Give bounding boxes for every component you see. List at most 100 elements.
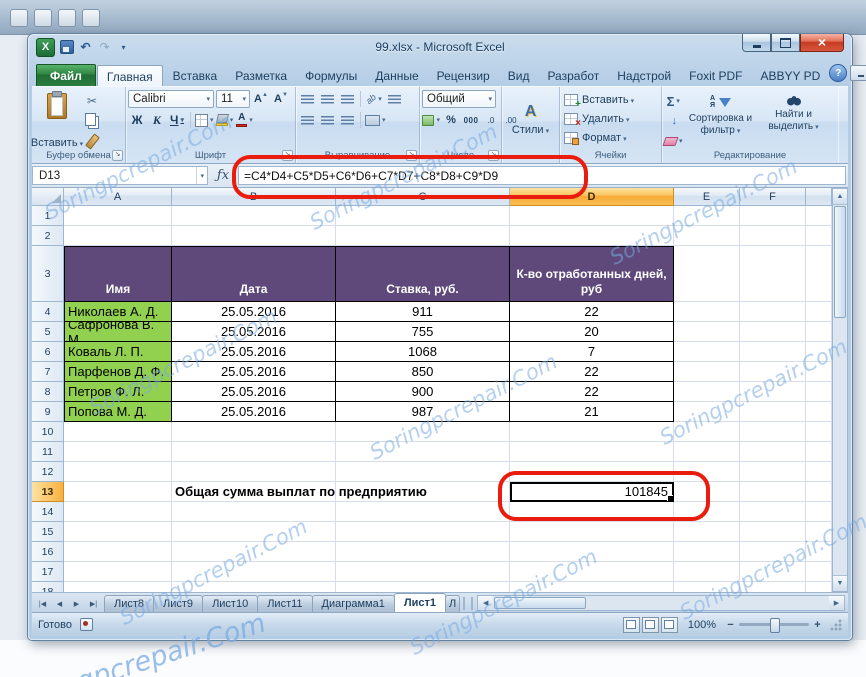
cell-A16[interactable]	[64, 542, 172, 562]
cell-E14[interactable]	[674, 502, 740, 522]
cell-F11[interactable]	[740, 442, 806, 462]
cell-F14[interactable]	[740, 502, 806, 522]
cell-E1[interactable]	[674, 206, 740, 226]
scroll-down-button[interactable]	[833, 575, 847, 591]
sheet-tab-Лист10[interactable]: Лист10	[202, 595, 259, 612]
cell-A18[interactable]	[64, 582, 172, 592]
cell-B10[interactable]	[172, 422, 336, 442]
cell-G4[interactable]	[806, 302, 832, 322]
cell-A6[interactable]: Коваль Л. П.	[64, 342, 172, 362]
tab-file[interactable]: Файл	[36, 64, 96, 86]
cell-G10[interactable]	[806, 422, 832, 442]
cell-A3[interactable]: Имя	[64, 246, 172, 302]
zoom-in-button[interactable]	[811, 619, 824, 631]
cell-B6[interactable]: 25.05.2016	[172, 342, 336, 362]
borders-button[interactable]	[195, 111, 214, 129]
orientation-button[interactable]	[365, 90, 383, 108]
cell-E11[interactable]	[674, 442, 740, 462]
cell-C4[interactable]: 911	[336, 302, 510, 322]
row-header-3[interactable]: 3	[32, 246, 64, 302]
merge-center-button[interactable]	[365, 111, 386, 129]
cell-A12[interactable]	[64, 462, 172, 482]
cell-F15[interactable]	[740, 522, 806, 542]
cell-A15[interactable]	[64, 522, 172, 542]
percent-style-button[interactable]: %	[442, 111, 460, 129]
cell-G16[interactable]	[806, 542, 832, 562]
cell-D4[interactable]: 22	[510, 302, 674, 322]
cell-C18[interactable]	[336, 582, 510, 592]
cell-D13[interactable]: 101845	[510, 482, 674, 502]
cell-C16[interactable]	[336, 542, 510, 562]
styles-button[interactable]: А Стили	[504, 90, 557, 148]
row-header-7[interactable]: 7	[32, 362, 64, 382]
tab-Foxit PDF[interactable]: Foxit PDF	[680, 65, 751, 86]
font-color-button[interactable]: А	[236, 111, 254, 129]
cell-F3[interactable]	[740, 246, 806, 302]
cell-G2[interactable]	[806, 226, 832, 246]
cell-B18[interactable]	[172, 582, 336, 592]
row-header-8[interactable]: 8	[32, 382, 64, 402]
comma-style-button[interactable]: 000	[462, 111, 480, 129]
sheet-tab-Лист8[interactable]: Лист8	[104, 595, 155, 612]
cell-D17[interactable]	[510, 562, 674, 582]
cell-D8[interactable]: 22	[510, 382, 674, 402]
cell-F13[interactable]	[740, 482, 806, 502]
underline-button[interactable]: Ч	[168, 111, 186, 129]
sort-filter-button[interactable]: АЯ Сортировка и фильтр	[686, 90, 756, 149]
cell-A13[interactable]	[64, 482, 172, 502]
row-header-5[interactable]: 5	[32, 322, 64, 342]
increase-decimal-button[interactable]	[482, 111, 500, 129]
tab-Разработ[interactable]: Разработ	[538, 65, 608, 86]
cell-E9[interactable]	[674, 402, 740, 422]
format-painter-button[interactable]	[83, 132, 101, 150]
cell-F9[interactable]	[740, 402, 806, 422]
fill-color-button[interactable]	[215, 111, 234, 129]
align-bottom-button[interactable]	[338, 90, 356, 108]
cell-D16[interactable]	[510, 542, 674, 562]
cell-B12[interactable]	[172, 462, 336, 482]
align-left-button[interactable]	[298, 111, 316, 129]
cell-D3[interactable]: К-во отработанных дней, руб	[510, 246, 674, 302]
cell-C6[interactable]: 1068	[336, 342, 510, 362]
align-middle-button[interactable]	[318, 90, 336, 108]
row-header-2[interactable]: 2	[32, 226, 64, 246]
cell-G5[interactable]	[806, 322, 832, 342]
tab-Формулы[interactable]: Формулы	[296, 65, 366, 86]
cell-B2[interactable]	[172, 226, 336, 246]
cell-F6[interactable]	[740, 342, 806, 362]
cell-B14[interactable]	[172, 502, 336, 522]
zoom-slider[interactable]	[739, 618, 809, 633]
clear-button[interactable]	[662, 132, 683, 150]
scroll-right-button[interactable]	[829, 596, 844, 610]
cut-button[interactable]	[83, 92, 101, 110]
close-button[interactable]	[800, 34, 844, 52]
zoom-level[interactable]: 100%	[688, 619, 716, 631]
tab-Главная[interactable]: Главная	[96, 65, 163, 87]
cell-D18[interactable]	[510, 582, 674, 592]
accounting-format-button[interactable]	[422, 111, 440, 129]
cell-D15[interactable]	[510, 522, 674, 542]
cell-B9[interactable]: 25.05.2016	[172, 402, 336, 422]
cell-C5[interactable]: 755	[336, 322, 510, 342]
clipboard-dialog-launcher[interactable]	[112, 150, 123, 161]
find-select-button[interactable]: Найти и выделить	[759, 90, 829, 149]
column-header-F[interactable]: F	[740, 188, 806, 206]
cell-G7[interactable]	[806, 362, 832, 382]
cell-A1[interactable]	[64, 206, 172, 226]
cell-C8[interactable]: 900	[336, 382, 510, 402]
cell-E18[interactable]	[674, 582, 740, 592]
last-sheet-button[interactable]	[85, 595, 102, 612]
sheet-tab-Лист9[interactable]: Лист9	[153, 595, 204, 612]
delete-cells-button[interactable]: Удалить	[562, 110, 659, 129]
cell-A17[interactable]	[64, 562, 172, 582]
tab-Надстрой[interactable]: Надстрой	[608, 65, 680, 86]
cell-C17[interactable]	[336, 562, 510, 582]
cell-G3[interactable]	[806, 246, 832, 302]
cell-B16[interactable]	[172, 542, 336, 562]
cell-E5[interactable]	[674, 322, 740, 342]
cell-F8[interactable]	[740, 382, 806, 402]
cell-G13[interactable]	[806, 482, 832, 502]
cell-F10[interactable]	[740, 422, 806, 442]
row-header-15[interactable]: 15	[32, 522, 64, 542]
column-header-D[interactable]: D	[510, 188, 674, 206]
